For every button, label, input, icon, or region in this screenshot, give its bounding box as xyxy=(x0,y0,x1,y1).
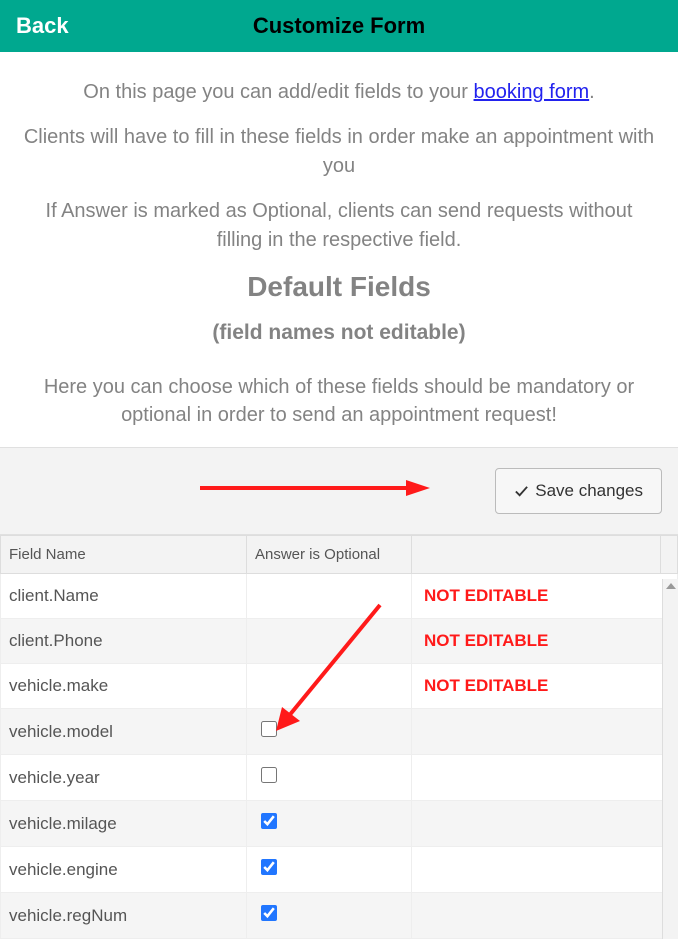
cell-field-name: vehicle.engine xyxy=(1,847,247,893)
cell-status: NOT EDITABLE xyxy=(412,574,678,619)
cell-optional xyxy=(247,709,412,755)
cell-status xyxy=(412,801,678,847)
intro-text-post: . xyxy=(589,81,595,103)
cell-status: NOT EDITABLE xyxy=(412,664,678,709)
table-row: client.Phone NOT EDITABLE xyxy=(1,619,678,664)
back-button[interactable]: Back xyxy=(0,13,69,39)
optional-checkbox[interactable] xyxy=(261,767,277,783)
col-header-field-name[interactable]: Field Name xyxy=(1,536,247,574)
table-row: vehicle.year xyxy=(1,755,678,801)
cell-field-name: vehicle.year xyxy=(1,755,247,801)
intro-block: On this page you can add/edit fields to … xyxy=(0,52,678,355)
optional-checkbox[interactable] xyxy=(261,905,277,921)
cell-field-name: vehicle.milage xyxy=(1,801,247,847)
intro-line-2: Clients will have to fill in these field… xyxy=(20,123,658,181)
table-row: vehicle.engine xyxy=(1,847,678,893)
cell-status xyxy=(412,755,678,801)
table-row: client.Name NOT EDITABLE xyxy=(1,574,678,619)
section-description: Here you can choose which of these field… xyxy=(0,355,678,447)
optional-checkbox[interactable] xyxy=(261,813,277,829)
cell-status xyxy=(412,847,678,893)
toolbar: Save changes xyxy=(0,447,678,535)
cell-field-name: vehicle.model xyxy=(1,709,247,755)
cell-status xyxy=(412,709,678,755)
cell-optional xyxy=(247,755,412,801)
section-subtitle: (field names not editable) xyxy=(20,321,658,345)
intro-text: On this page you can add/edit fields to … xyxy=(83,81,473,103)
check-icon xyxy=(514,484,529,499)
scrollbar[interactable] xyxy=(662,579,678,939)
fields-table-wrap: Field Name Answer is Optional client.Nam… xyxy=(0,535,678,939)
annotation-arrow-icon xyxy=(200,478,430,498)
save-changes-button[interactable]: Save changes xyxy=(495,468,662,514)
page-title: Customize Form xyxy=(0,13,678,39)
optional-checkbox[interactable] xyxy=(261,721,277,737)
cell-optional xyxy=(247,619,412,664)
cell-field-name: client.Phone xyxy=(1,619,247,664)
intro-line-1: On this page you can add/edit fields to … xyxy=(20,78,658,107)
section-title: Default Fields xyxy=(20,271,658,303)
cell-field-name: vehicle.make xyxy=(1,664,247,709)
fields-table: Field Name Answer is Optional client.Nam… xyxy=(0,535,678,939)
cell-field-name: client.Name xyxy=(1,574,247,619)
table-row: vehicle.make NOT EDITABLE xyxy=(1,664,678,709)
table-row: vehicle.model xyxy=(1,709,678,755)
cell-optional xyxy=(247,847,412,893)
cell-optional xyxy=(247,664,412,709)
cell-optional xyxy=(247,801,412,847)
cell-optional xyxy=(247,574,412,619)
table-row: vehicle.milage xyxy=(1,801,678,847)
col-header-status xyxy=(412,536,661,574)
intro-line-3: If Answer is marked as Optional, clients… xyxy=(20,197,658,255)
optional-checkbox[interactable] xyxy=(261,859,277,875)
col-header-scroll xyxy=(661,536,678,574)
cell-status xyxy=(412,893,678,939)
save-button-label: Save changes xyxy=(535,481,643,501)
col-header-optional[interactable]: Answer is Optional xyxy=(247,536,412,574)
cell-field-name: vehicle.regNum xyxy=(1,893,247,939)
table-row: vehicle.regNum xyxy=(1,893,678,939)
cell-optional xyxy=(247,893,412,939)
table-header-row: Field Name Answer is Optional xyxy=(1,536,678,574)
booking-form-link[interactable]: booking form xyxy=(474,81,590,103)
cell-status: NOT EDITABLE xyxy=(412,619,678,664)
top-bar: Back Customize Form xyxy=(0,0,678,52)
